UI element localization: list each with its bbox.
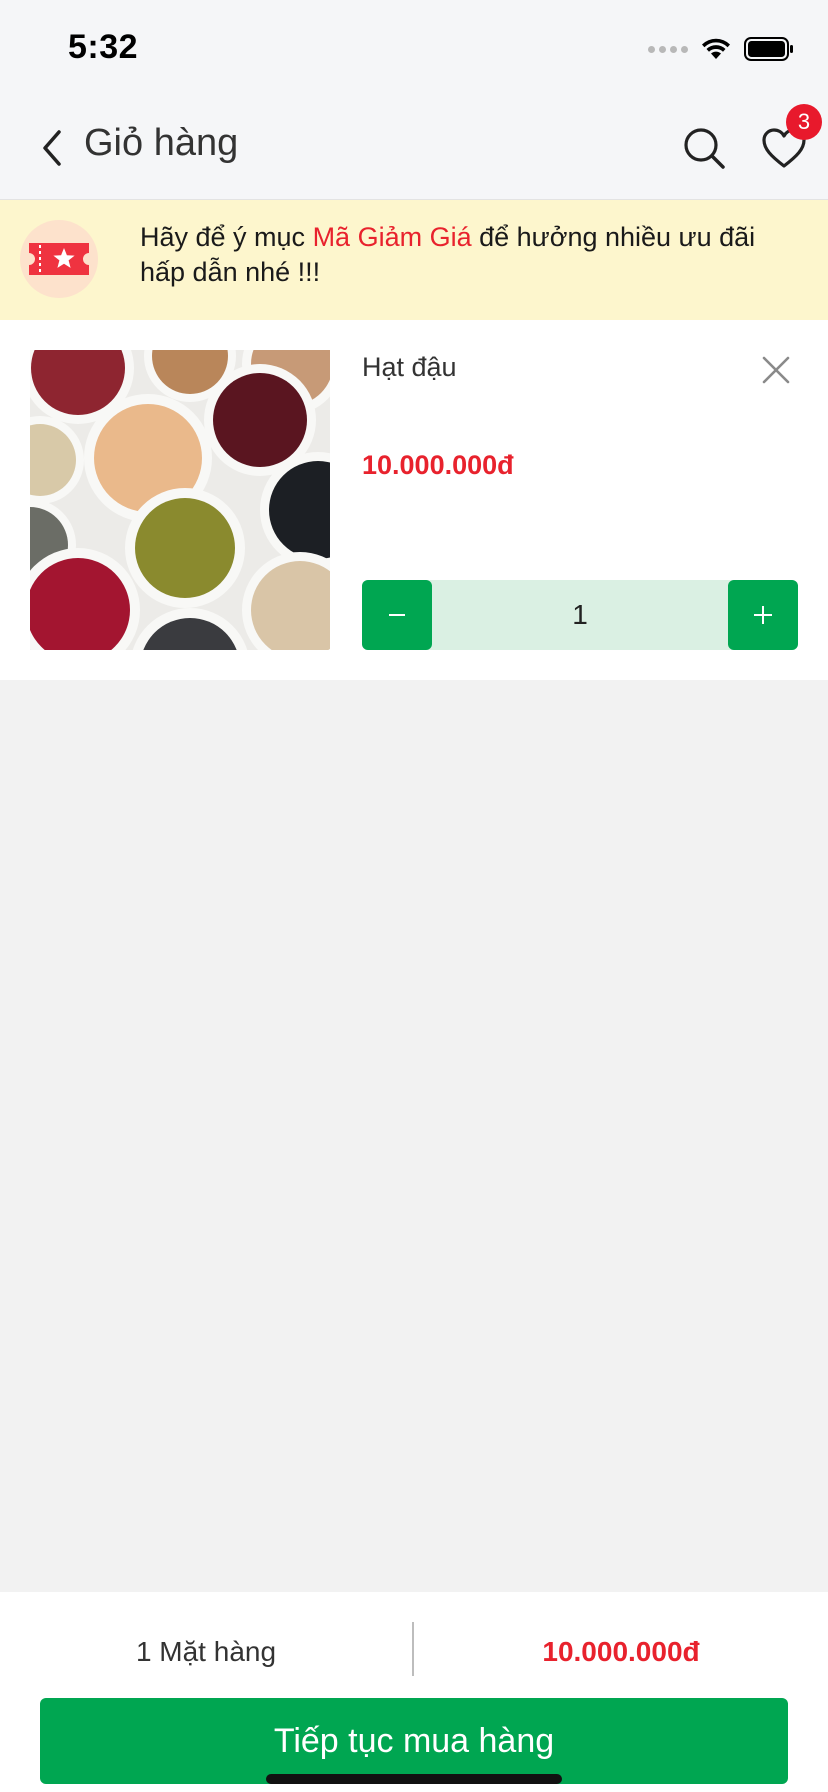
promo-coupon-link[interactable]: Mã Giảm Giá xyxy=(313,222,472,252)
wifi-icon xyxy=(702,38,730,59)
cart-item: Hạt đậu 10.000.000đ 1 xyxy=(0,320,828,680)
increase-quantity-button[interactable] xyxy=(728,580,798,650)
continue-shopping-button[interactable]: Tiếp tục mua hàng xyxy=(40,1698,788,1784)
promo-text-before: Hãy để ý mục xyxy=(140,222,313,252)
home-indicator xyxy=(266,1774,562,1784)
product-name: Hạt đậu xyxy=(362,352,457,382)
product-price: 10.000.000đ xyxy=(362,450,514,480)
voucher-ticket-icon xyxy=(20,220,98,298)
cart-screen: 5:32 Giỏ hàng 3 Hãy để ý mục Mã Giảm Giá… xyxy=(0,0,828,1792)
page-title: Giỏ hàng xyxy=(84,122,239,164)
battery-icon xyxy=(744,37,793,61)
wishlist-count-badge: 3 xyxy=(786,104,822,140)
item-count: 1 Mặt hàng xyxy=(135,1636,277,1667)
back-button[interactable] xyxy=(22,118,82,178)
chevron-left-icon xyxy=(43,130,61,166)
decrease-quantity-button[interactable] xyxy=(362,580,432,650)
plus-icon xyxy=(754,606,772,624)
search-button[interactable] xyxy=(674,118,734,178)
quantity-stepper: 1 xyxy=(362,580,798,650)
status-icons xyxy=(648,34,794,64)
status-time: 5:32 xyxy=(68,28,139,66)
minus-icon xyxy=(389,614,405,616)
nav-header: Giỏ hàng xyxy=(0,96,828,200)
promo-banner: Hãy để ý mục Mã Giảm Giá để hưởng nhiều … xyxy=(0,200,828,320)
cellular-signal-icon xyxy=(648,45,688,53)
promo-message: Hãy để ý mục Mã Giảm Giá để hưởng nhiều … xyxy=(140,220,800,290)
quantity-value[interactable]: 1 xyxy=(432,580,728,650)
checkout-bar: 1 Mặt hàng 10.000.000đ Tiếp tục mua hàng xyxy=(0,1592,828,1792)
close-icon xyxy=(762,356,790,384)
status-bar: 5:32 xyxy=(0,0,828,96)
search-icon xyxy=(684,128,725,169)
remove-item-button[interactable] xyxy=(756,350,796,390)
product-image xyxy=(30,350,330,650)
total-price: 10.000.000đ xyxy=(542,1636,700,1667)
